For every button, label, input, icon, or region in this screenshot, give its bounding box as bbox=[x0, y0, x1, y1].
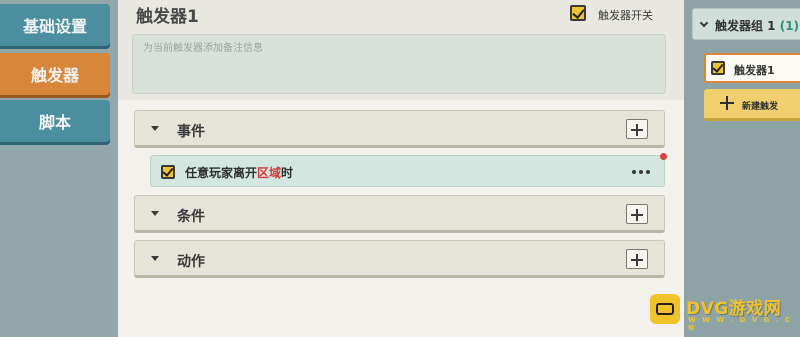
event-item[interactable]: 任意玩家离开区域时 bbox=[150, 153, 667, 187]
tab-script[interactable]: 脚本 bbox=[0, 100, 110, 142]
event-text-after: 时 bbox=[281, 166, 294, 180]
trigger-title[interactable]: 触发器1 bbox=[136, 2, 199, 27]
events-section[interactable]: 事件 bbox=[134, 110, 665, 148]
trigger-header: 触发器1 触发器开关 为当前触发器添加备注信息 bbox=[118, 0, 684, 100]
notification-dot bbox=[660, 153, 667, 160]
trigger-editor-panel: 触发器1 触发器开关 为当前触发器添加备注信息 事件 任意玩家离开区域时 条件 … bbox=[118, 0, 684, 337]
collapse-caret-icon[interactable] bbox=[151, 126, 159, 131]
trigger-item-checkbox[interactable] bbox=[711, 61, 725, 75]
add-event-button[interactable] bbox=[626, 119, 648, 139]
event-param-region[interactable]: 区域 bbox=[257, 166, 281, 180]
more-options-icon[interactable] bbox=[632, 170, 650, 174]
add-condition-button[interactable] bbox=[626, 204, 648, 224]
trigger-note-field[interactable]: 为当前触发器添加备注信息 bbox=[132, 34, 666, 94]
add-action-button[interactable] bbox=[626, 249, 648, 269]
tab-basic-settings[interactable]: 基础设置 bbox=[0, 4, 110, 46]
actions-section[interactable]: 动作 bbox=[134, 240, 665, 278]
trigger-group-panel: 触发器组 1 (1) 触发器1 新建触发 bbox=[684, 0, 800, 337]
collapse-caret-icon[interactable] bbox=[151, 256, 159, 261]
watermark-sub: W W W . D V G . C N bbox=[688, 316, 793, 332]
trigger-group-header[interactable]: 触发器组 1 (1) bbox=[692, 8, 800, 40]
group-name: 触发器组 1 bbox=[715, 19, 776, 33]
collapse-caret-icon[interactable] bbox=[151, 211, 159, 216]
site-watermark: DVG游戏网 W W W . D V G . C N bbox=[650, 292, 800, 332]
event-enabled-checkbox[interactable] bbox=[161, 165, 175, 179]
event-text[interactable]: 任意玩家离开区域时 bbox=[185, 164, 293, 181]
conditions-label: 条件 bbox=[177, 209, 205, 225]
gamepad-logo-icon bbox=[650, 294, 680, 324]
events-label: 事件 bbox=[177, 124, 205, 140]
tab-trigger[interactable]: 触发器 bbox=[0, 53, 110, 95]
new-trigger-button[interactable]: 新建触发 bbox=[704, 89, 800, 121]
actions-label: 动作 bbox=[177, 254, 205, 270]
event-text-before: 任意玩家离开 bbox=[185, 166, 258, 180]
group-count: (1) bbox=[779, 19, 800, 33]
trigger-item-label: 触发器1 bbox=[734, 64, 775, 77]
left-tab-rail: 基础设置 触发器 脚本 bbox=[0, 0, 118, 337]
chevron-down-icon[interactable] bbox=[699, 18, 709, 28]
trigger-list-item[interactable]: 触发器1 bbox=[704, 53, 800, 83]
trigger-switch-label: 触发器开关 bbox=[598, 9, 653, 22]
conditions-section[interactable]: 条件 bbox=[134, 195, 665, 233]
trigger-switch-checkbox[interactable] bbox=[570, 5, 586, 21]
plus-icon bbox=[720, 96, 734, 110]
new-trigger-label: 新建触发 bbox=[742, 102, 779, 112]
